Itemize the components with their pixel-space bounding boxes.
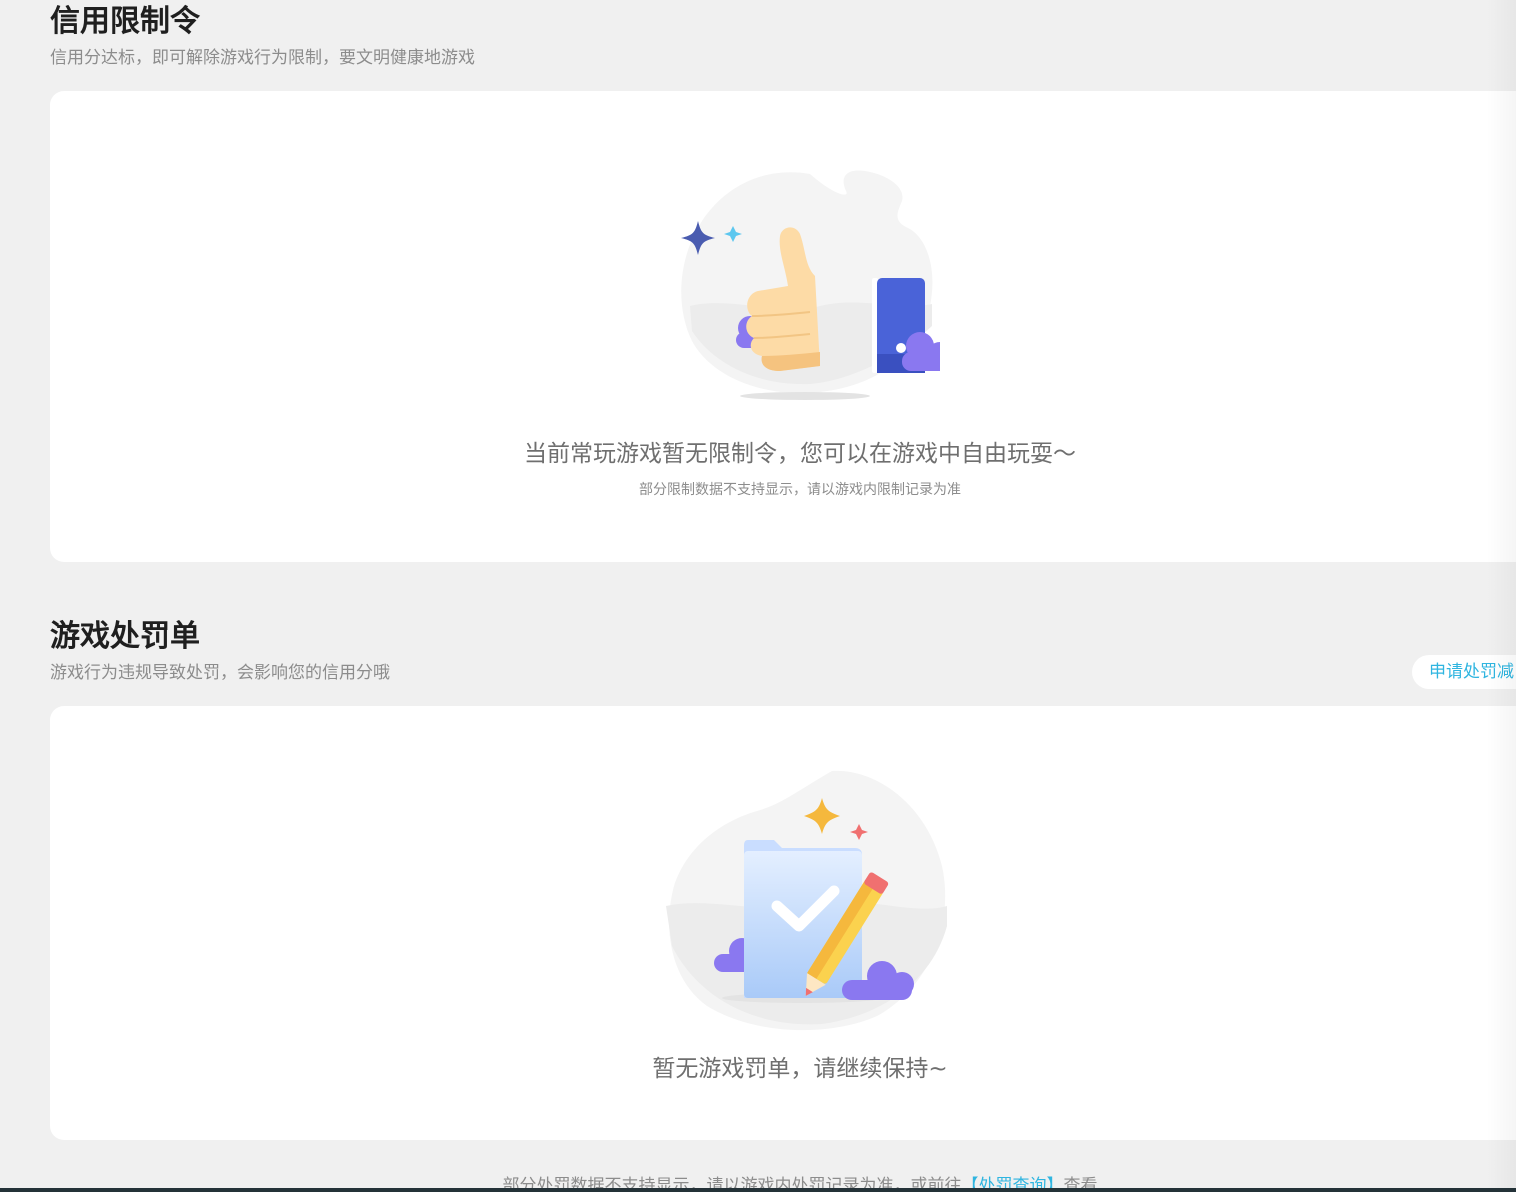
penalty-card: 暂无游戏罚单，请继续保持~	[50, 706, 1516, 1140]
checklist-pencil-illustration	[666, 770, 947, 1031]
restriction-subtitle: 信用分达标，即可解除游戏行为限制，要文明健康地游戏	[50, 48, 475, 68]
restriction-title: 信用限制令	[50, 4, 200, 39]
credit-page: 信用限制令 信用分达标，即可解除游戏行为限制，要文明健康地游戏 当前常玩游戏暂无…	[0, 0, 1516, 1192]
penalty-empty-title: 暂无游戏罚单，请继续保持~	[652, 1056, 948, 1082]
thumbs-up-illustration	[681, 170, 940, 400]
restriction-card: 当前常玩游戏暂无限制令，您可以在游戏中自由玩耍～ 部分限制数据不支持显示，请以游…	[50, 91, 1516, 562]
bottom-bar	[0, 1188, 1516, 1192]
restriction-empty-note: 部分限制数据不支持显示，请以游戏内限制记录为准	[639, 482, 961, 498]
restriction-empty-title: 当前常玩游戏暂无限制令，您可以在游戏中自由玩耍～	[524, 441, 1076, 467]
penalty-subtitle: 游戏行为违规导致处罚，会影响您的信用分哦	[50, 663, 390, 683]
apply-penalty-reduction-button[interactable]: 申请处罚减	[1412, 655, 1516, 689]
penalty-title: 游戏处罚单	[50, 619, 200, 654]
